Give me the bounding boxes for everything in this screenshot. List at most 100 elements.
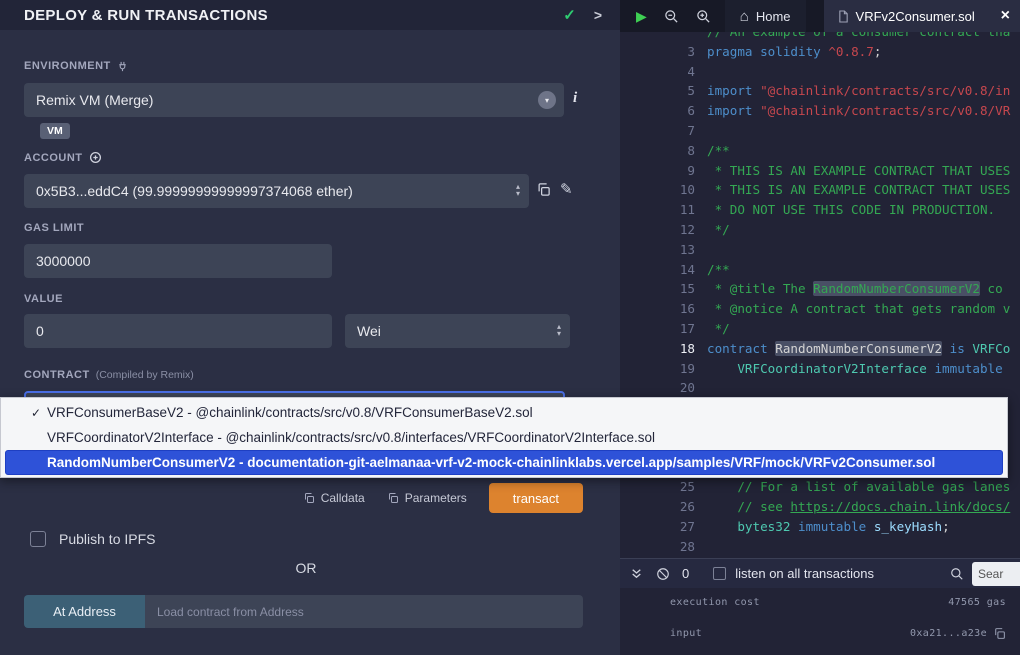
account-caret-icon: ▴▾ [516,183,520,197]
code-line[interactable]: 27 bytes32 immutable s_keyHash; [620,517,1020,537]
code-text: */ [707,220,730,240]
code-line[interactable]: 5import "@chainlink/contracts/src/v0.8/i… [620,81,1020,101]
code-line[interactable]: 6 import "@chainlink/contracts/src/v0.8/V… [620,101,1020,121]
gas-limit-input[interactable] [24,244,332,278]
code-text: import "@chainlink/contracts/src/v0.8/VR [707,101,1010,121]
environment-select[interactable]: Remix VM (Merge) ▾ [24,83,564,117]
line-number: 4 [620,62,695,82]
tab-home-label: Home [756,9,791,24]
terminal-detail-row: execution cost47565 gas [620,597,1020,608]
listen-all-transactions-label: listen on all transactions [735,566,874,581]
code-text: */ [707,319,730,339]
add-account-icon[interactable] [89,151,102,164]
panel-header: DEPLOY & RUN TRANSACTIONS ✓ > [0,0,620,30]
run-script-play-icon[interactable]: ▶ [636,8,647,25]
value-unit: Wei [357,323,381,339]
environment-label: ENVIRONMENT [24,60,111,72]
value-input[interactable] [24,314,332,348]
line-number: 6 [620,101,695,121]
line-number: 9 [620,161,695,181]
editor-tabbar: ▶ ⌂ Home [620,0,1020,32]
copy-parameters-icon [387,492,399,504]
info-icon[interactable]: i [573,90,577,107]
tab-vrfv2consumer[interactable]: VRFv2Consumer.sol × [824,0,1020,32]
code-text: contract RandomNumberConsumerV2 is VRFCo [707,339,1010,359]
line-number: 26 [620,497,695,517]
code-text: // see https://docs.chain.link/docs/ [707,497,1010,517]
zoom-out-icon[interactable] [664,9,679,24]
code-line[interactable]: 4 [620,62,1020,82]
deploy-run-panel: DEPLOY & RUN TRANSACTIONS ✓ > ENVIRONMEN… [0,0,620,655]
contract-option-label: RandomNumberConsumerV2 - documentation-g… [47,455,935,470]
code-line[interactable]: 10 * THIS IS AN EXAMPLE CONTRACT THAT US… [620,180,1020,200]
calldata-button[interactable]: Calldata [303,491,365,505]
at-address-button[interactable]: At Address [24,595,145,628]
at-address-row: At Address [24,595,583,628]
solidity-file-icon [838,10,849,23]
code-text: * @notice A contract that gets random v [707,299,1010,319]
line-number: 7 [620,121,695,141]
listen-all-transactions-checkbox[interactable] [713,567,726,580]
account-label-row: ACCOUNT [24,151,102,164]
code-line[interactable]: 16 * @notice A contract that gets random… [620,299,1020,319]
contract-option[interactable]: VRFCoordinatorV2Interface - @chainlink/c… [1,425,1007,450]
code-line[interactable]: 14/** [620,260,1020,280]
home-icon: ⌂ [740,8,749,25]
parameters-button[interactable]: Parameters [387,491,467,505]
code-area[interactable]: // An example of a consumer contract tha… [620,32,1020,558]
copy-value-icon[interactable] [993,627,1006,640]
transact-button[interactable]: transact [489,483,583,513]
tab-file-label: VRFv2Consumer.sol [856,9,975,24]
publish-ipfs-checkbox[interactable] [30,531,46,547]
plug-icon [117,61,128,72]
code-line[interactable]: 7 [620,121,1020,141]
line-number: 10 [620,180,695,200]
code-line[interactable]: 12 */ [620,220,1020,240]
code-line[interactable]: 18 contract RandomNumberConsumerV2 is VRF… [620,339,1020,359]
code-line[interactable]: // An example of a consumer contract tha [620,32,1020,42]
detail-value: 47565 gas [948,597,1006,608]
value-label-row: VALUE [24,293,63,305]
panel-collapse-chevron-icon[interactable]: > [594,7,602,23]
compile-success-check-icon: ✓ [563,6,576,24]
tab-home[interactable]: ⌂ Home [725,0,806,32]
clear-console-icon[interactable] [656,567,670,581]
copy-account-icon[interactable] [536,182,551,197]
contract-option-label: VRFConsumerBaseV2 - @chainlink/contracts… [47,405,533,420]
code-text: bytes32 immutable s_keyHash; [707,517,950,537]
code-line[interactable]: 11 * DO NOT USE THIS CODE IN PRODUCTION. [620,200,1020,220]
line-number [620,32,695,42]
line-number: 16 [620,299,695,319]
code-line[interactable]: 20 [620,378,1020,398]
code-line[interactable]: 17 */ [620,319,1020,339]
environment-value: Remix VM (Merge) [36,92,153,108]
code-line[interactable]: 3pragma solidity ^0.8.7; [620,42,1020,62]
code-line[interactable]: 8/** [620,141,1020,161]
edit-account-icon[interactable]: ✎ [560,180,573,198]
at-address-input[interactable] [145,595,583,628]
code-line[interactable]: 28 [620,537,1020,557]
code-line[interactable]: 19 VRFCoordinatorV2Interface immutable [620,359,1020,379]
account-select[interactable]: 0x5B3...eddC4 (99.99999999999997374068 e… [24,174,529,208]
contract-option[interactable]: RandomNumberConsumerV2 - documentation-g… [5,450,1003,475]
remix-app: DEPLOY & RUN TRANSACTIONS ✓ > ENVIRONMEN… [0,0,1020,655]
value-unit-select[interactable]: Wei ▴▾ [345,314,570,348]
environment-label-row: ENVIRONMENT [24,60,128,72]
line-number: 11 [620,200,695,220]
terminal-search-input[interactable] [972,562,1020,586]
line-number: 5 [620,81,695,101]
code-text: * THIS IS AN EXAMPLE CONTRACT THAT USES [707,161,1010,181]
expand-terminal-icon[interactable] [630,567,643,580]
copy-calldata-icon [303,492,315,504]
close-tab-icon[interactable]: × [1001,7,1010,25]
code-line[interactable]: 9 * THIS IS AN EXAMPLE CONTRACT THAT USE… [620,161,1020,181]
contract-option[interactable]: ✓VRFConsumerBaseV2 - @chainlink/contract… [1,400,1007,425]
code-line[interactable]: 13 [620,240,1020,260]
zoom-in-icon[interactable] [696,9,711,24]
code-line[interactable]: 15 * @title The RandomNumberConsumerV2 c… [620,279,1020,299]
terminal-bar: 0 listen on all transactions [620,558,1020,588]
code-line[interactable]: 26 // see https://docs.chain.link/docs/ [620,497,1020,517]
code-text: VRFCoordinatorV2Interface immutable [707,359,1010,379]
line-number: 18 [620,339,695,359]
code-line[interactable]: 25 // For a list of available gas lanes [620,477,1020,497]
